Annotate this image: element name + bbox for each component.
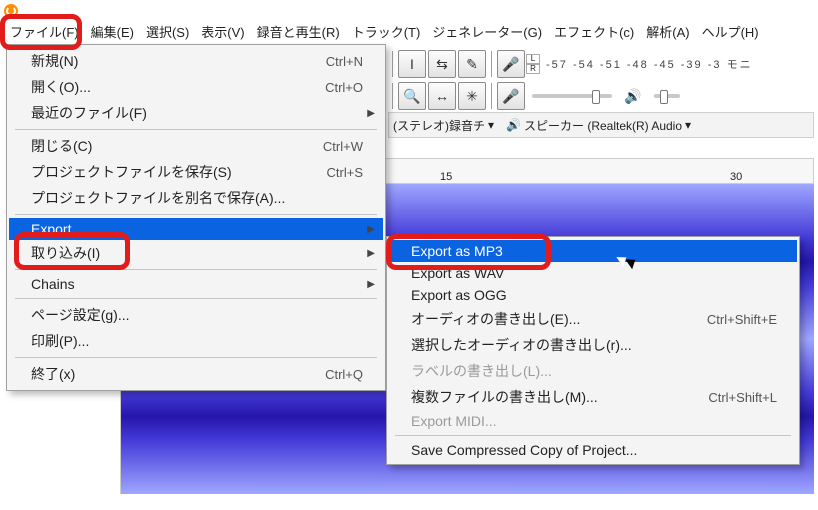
menu-analyze[interactable]: 解析(A) [640,22,695,44]
export-labels: ラベルの書き出し(L)... [389,358,797,384]
ruler-tick-15: 15 [440,171,452,183]
rec-meter-scale: -57 -54 -51 -48 -45 -39 -3 モニ [546,56,753,72]
speaker-icon: 🔊 [619,82,647,110]
tool-row-1: I ⇆ ✎ 🎤 L R -57 -54 -51 -48 -45 -39 -3 モ… [388,48,814,80]
export-wav[interactable]: Export as WAV [389,262,797,284]
rec-device-label: (ステレオ)録音チ [393,117,485,134]
multitool-icon[interactable]: ✳ [458,82,486,110]
ruler-tick-30: 30 [730,171,742,183]
menu-transport[interactable]: 録音と再生(R) [251,22,346,44]
file-menu-recent[interactable]: 最近のファイル(F) [9,100,383,126]
file-menu-pagesetup[interactable]: ページ設定(g)... [9,302,383,328]
export-multiple[interactable]: 複数ファイルの書き出し(M)...Ctrl+Shift+L [389,384,797,410]
menu-tracks[interactable]: トラック(T) [346,22,427,44]
tool-row-2: 🔍 ↔ ✳ 🎤 🔊 [388,80,814,112]
menu-bar: ファイル(F) 編集(E) 選択(S) 表示(V) 録音と再生(R) トラック(… [0,22,818,44]
selection-tool-icon[interactable]: I [398,50,426,78]
export-compressed[interactable]: Save Compressed Copy of Project... [389,439,797,461]
menu-help[interactable]: ヘルプ(H) [696,22,765,44]
envelope-tool-icon[interactable]: ⇆ [428,50,456,78]
export-midi: Export MIDI... [389,410,797,432]
rec-mic-icon[interactable]: 🎤 [497,50,525,78]
menu-effect[interactable]: エフェクト(c) [548,22,640,44]
menu-edit[interactable]: 編集(E) [85,22,140,44]
play-volume-slider[interactable] [654,94,680,98]
playback-speaker-icon: 🔊 [506,118,521,132]
toolbar-area: I ⇆ ✎ 🎤 L R -57 -54 -51 -48 -45 -39 -3 モ… [388,48,814,138]
device-toolbar: (ステレオ)録音チ ▾ 🔊 スピーカー (Realtek(R) Audio ▾ [388,112,814,138]
timeshift-tool-icon[interactable]: ↔ [428,82,456,110]
export-audio[interactable]: オーディオの書き出し(E)...Ctrl+Shift+E [389,306,797,332]
app-icon [4,4,18,18]
file-menu-open[interactable]: 開く(O)...Ctrl+O [9,74,383,100]
meter-l: L [526,54,540,64]
export-submenu: Export as MP3 Export as WAV Export as OG… [386,236,800,465]
file-menu-close[interactable]: 閉じる(C)Ctrl+W [9,133,383,159]
zoom-tool-icon[interactable]: 🔍 [398,82,426,110]
export-ogg[interactable]: Export as OGG [389,284,797,306]
file-menu-new[interactable]: 新規(N)Ctrl+N [9,48,383,74]
export-selection[interactable]: 選択したオーディオの書き出し(r)... [389,332,797,358]
file-menu: 新規(N)Ctrl+N 開く(O)...Ctrl+O 最近のファイル(F) 閉じ… [6,44,386,391]
play-device-label[interactable]: スピーカー (Realtek(R) Audio [524,117,682,134]
file-menu-import[interactable]: 取り込み(I) [9,240,383,266]
menu-generate[interactable]: ジェネレーター(G) [426,22,548,44]
file-menu-saveas[interactable]: プロジェクトファイルを別名で保存(A)... [9,185,383,211]
file-menu-print[interactable]: 印刷(P)... [9,328,383,354]
menu-file[interactable]: ファイル(F) [4,22,85,44]
title-bar [0,0,818,22]
meter-r: R [526,64,540,74]
file-menu-chains[interactable]: Chains [9,273,383,295]
rec-volume-slider[interactable] [532,94,612,98]
file-menu-export[interactable]: Export [9,218,383,240]
export-mp3[interactable]: Export as MP3 [389,240,797,262]
menu-view[interactable]: 表示(V) [195,22,250,44]
play-mic-icon[interactable]: 🎤 [497,82,525,110]
draw-tool-icon[interactable]: ✎ [458,50,486,78]
file-menu-save[interactable]: プロジェクトファイルを保存(S)Ctrl+S [9,159,383,185]
menu-select[interactable]: 選択(S) [140,22,195,44]
file-menu-exit[interactable]: 終了(x)Ctrl+Q [9,361,383,387]
